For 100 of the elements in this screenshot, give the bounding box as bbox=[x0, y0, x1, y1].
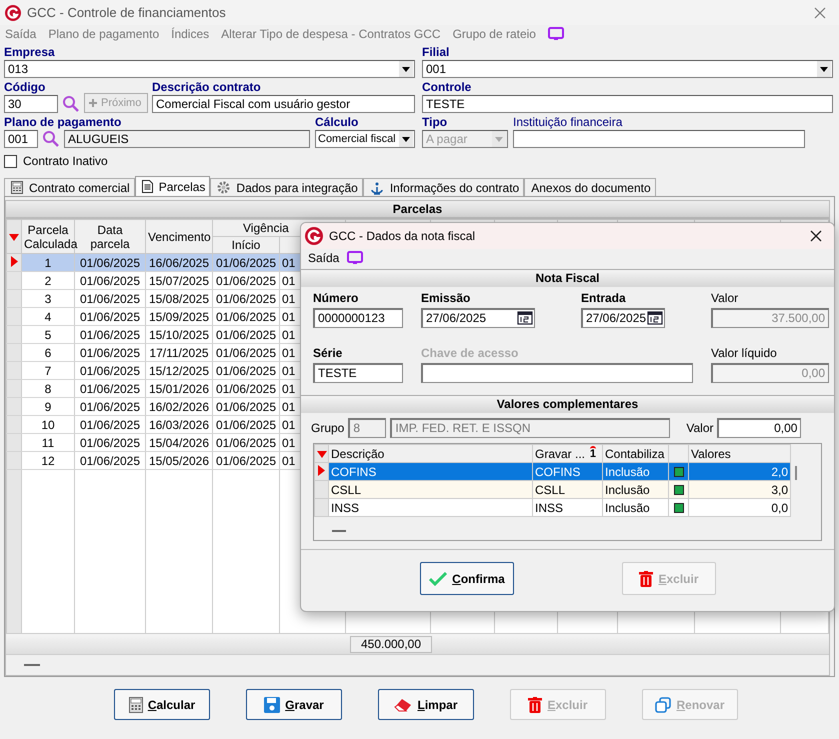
calendar-icon[interactable] bbox=[517, 311, 533, 325]
action-button[interactable]: Limpar bbox=[378, 689, 474, 720]
monitor-icon[interactable] bbox=[548, 27, 564, 41]
field-label: Filial bbox=[422, 45, 450, 60]
table-cell: 2 bbox=[22, 272, 74, 290]
text-field[interactable]: 0000000123 bbox=[313, 308, 403, 328]
field-label: Instituição financeira bbox=[513, 115, 624, 130]
table-cell: 01/06/2025 bbox=[212, 398, 280, 416]
caret-icon bbox=[399, 61, 413, 77]
grupo-name-field: IMP. FED. RET. E ISSQN bbox=[390, 418, 670, 438]
table-cell: 15/01/2026 bbox=[146, 380, 212, 398]
column-header[interactable]: Gravar ... 1 bbox=[532, 444, 602, 462]
table-cell: 01/06/2025 bbox=[212, 272, 280, 290]
text-field[interactable]: TESTE bbox=[313, 363, 403, 383]
table-cell: COFINS bbox=[532, 462, 602, 480]
table-cell: 01/06/2025 bbox=[212, 380, 280, 398]
tab[interactable]: Informações do contrato bbox=[362, 178, 524, 196]
table-cell: 01/06/2025 bbox=[74, 272, 146, 290]
table-cell: INSS bbox=[532, 498, 602, 516]
sort-arrow-icon bbox=[316, 450, 326, 458]
amount-field: 0,00 bbox=[711, 363, 829, 383]
close-icon[interactable] bbox=[810, 230, 822, 242]
action-button[interactable]: Calcular bbox=[114, 689, 210, 720]
action-button[interactable]: Confirma bbox=[420, 562, 514, 595]
menu-item[interactable]: Índices bbox=[171, 27, 210, 41]
column-header[interactable]: Descrição bbox=[328, 444, 532, 462]
scrollbar-thumb[interactable] bbox=[795, 466, 797, 480]
tab[interactable]: Anexos do documento bbox=[524, 178, 656, 196]
table-cell: 16/03/2026 bbox=[146, 416, 212, 434]
column-header[interactable]: Valores bbox=[688, 444, 790, 462]
copy-icon bbox=[655, 696, 672, 712]
splitter-handle[interactable] bbox=[332, 530, 346, 532]
table-cell: 01/06/2025 bbox=[212, 254, 280, 272]
column-header[interactable]: Início bbox=[212, 236, 280, 254]
table-cell: CSLL bbox=[328, 480, 532, 498]
table-cell: 01/06/2025 bbox=[212, 452, 280, 470]
tab[interactable]: Parcelas bbox=[134, 176, 210, 196]
table-cell: COFINS bbox=[328, 462, 532, 480]
table-cell: 2,0 bbox=[688, 462, 790, 480]
action-button[interactable]: Gravar bbox=[246, 689, 342, 720]
descricao-field[interactable]: Comercial Fiscal com usuário gestor bbox=[152, 95, 415, 113]
table-cell: 01/06/2025 bbox=[74, 344, 146, 362]
field-label: Valor bbox=[711, 291, 740, 306]
menu-item[interactable]: Alterar Tipo de despesa - Contratos GCC bbox=[221, 27, 441, 41]
section-header: Nota Fiscal bbox=[301, 269, 834, 287]
calendar-icon[interactable] bbox=[647, 311, 663, 325]
field-label: Empresa bbox=[4, 45, 56, 60]
date-field[interactable]: 27/06/2025 bbox=[421, 308, 535, 328]
menu-item[interactable]: Plano de pagamento bbox=[48, 27, 160, 41]
search-icon[interactable] bbox=[42, 130, 60, 148]
table-cell: 1 bbox=[22, 254, 74, 272]
column-header[interactable]: Contabiliza bbox=[602, 444, 668, 462]
calculator-icon bbox=[11, 181, 23, 194]
table-cell: 15/07/2025 bbox=[146, 272, 212, 290]
search-icon[interactable] bbox=[62, 95, 80, 113]
controle-field[interactable]: TESTE bbox=[422, 95, 833, 113]
monitor-icon[interactable] bbox=[347, 251, 364, 265]
sort-arrow-icon bbox=[9, 234, 19, 240]
table-cell: 01/06/2025 bbox=[74, 452, 146, 470]
instituicao-field[interactable] bbox=[513, 130, 805, 148]
table-cell: 01/06/2025 bbox=[74, 398, 146, 416]
amount-field[interactable]: 0,00 bbox=[717, 418, 802, 438]
amount-field: 37.500,00 bbox=[711, 308, 829, 328]
menu-item[interactable]: Saída bbox=[5, 27, 36, 41]
splitter-handle[interactable] bbox=[24, 664, 40, 666]
table-cell: 01/06/2025 bbox=[212, 344, 280, 362]
grupo-code-field: 8 bbox=[348, 418, 386, 438]
table-cell: 01/06/2025 bbox=[74, 434, 146, 452]
filial-dropdown[interactable]: 001 bbox=[422, 60, 833, 78]
tab[interactable]: Dados para integração bbox=[210, 178, 363, 196]
field-label: Plano de pagamento bbox=[4, 115, 122, 130]
empresa-dropdown[interactable]: 013 bbox=[4, 60, 415, 78]
checkbox[interactable] bbox=[674, 485, 684, 496]
table-cell: 5 bbox=[22, 326, 74, 344]
checkbox[interactable] bbox=[674, 503, 684, 514]
table-cell: 15/05/2026 bbox=[146, 452, 212, 470]
plano-code-field[interactable]: 001 bbox=[4, 130, 38, 148]
table-cell: INSS bbox=[328, 498, 532, 516]
table-cell: 3 bbox=[22, 290, 74, 308]
table-cell: 01/06/2025 bbox=[74, 308, 146, 326]
codigo-field[interactable]: 30 bbox=[4, 95, 58, 113]
checkbox[interactable] bbox=[4, 154, 17, 168]
table-cell: 15/09/2025 bbox=[146, 308, 212, 326]
checkbox[interactable] bbox=[674, 467, 684, 478]
menu-item[interactable]: Grupo de rateio bbox=[452, 27, 536, 41]
checkbox-label: Contrato Inativo bbox=[23, 154, 108, 168]
total-cell: 450.000,00 bbox=[350, 636, 432, 653]
table-cell: 01/06/2025 bbox=[212, 326, 280, 344]
access-key-field[interactable] bbox=[421, 363, 693, 383]
calculo-dropdown[interactable]: Comercial fiscal bbox=[315, 130, 415, 148]
table-cell: Inclusão bbox=[602, 462, 668, 480]
field-label: Valor líquido bbox=[711, 346, 778, 361]
menu-item[interactable]: Saída bbox=[308, 251, 340, 265]
tab[interactable]: Contrato comercial bbox=[4, 178, 135, 196]
table-cell: 17/11/2025 bbox=[146, 344, 212, 362]
table-cell: Inclusão bbox=[602, 480, 668, 498]
column-header[interactable]: Vencimento bbox=[146, 220, 212, 254]
field-label: Chave de acesso bbox=[421, 346, 520, 361]
table-cell: 01/06/2025 bbox=[212, 416, 280, 434]
date-field[interactable]: 27/06/2025 bbox=[581, 308, 665, 328]
